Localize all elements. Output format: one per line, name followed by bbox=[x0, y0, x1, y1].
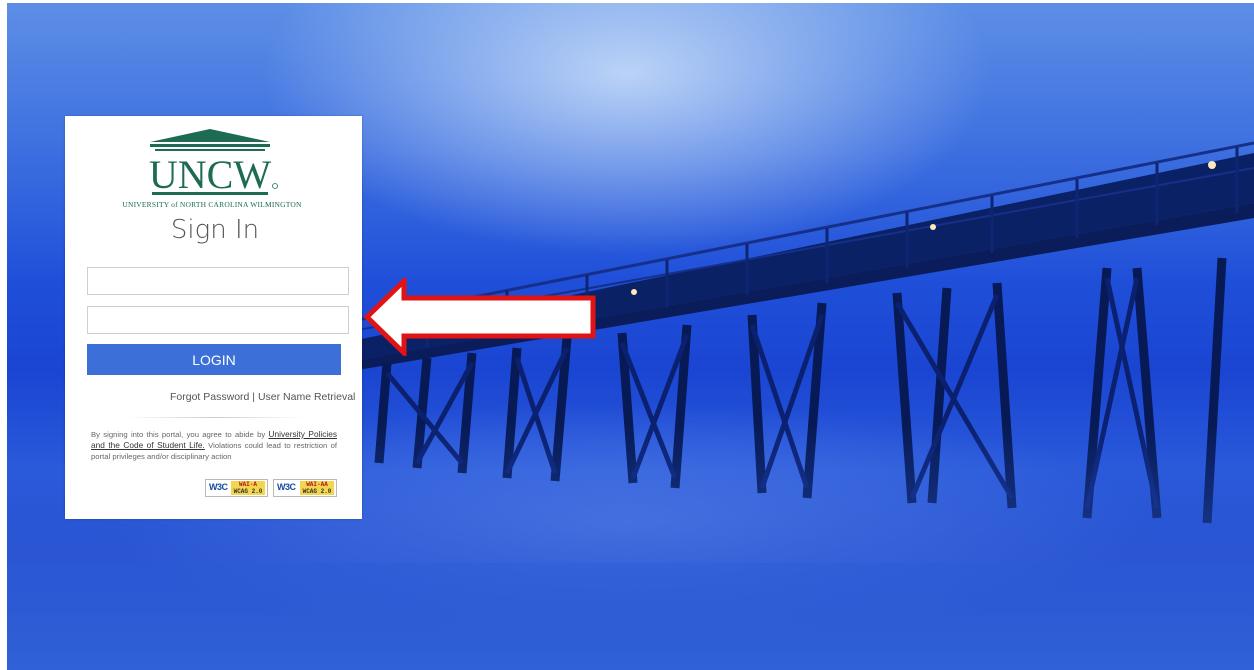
logo-wordmark: UNCW bbox=[149, 152, 271, 197]
w3c-logo: W3C bbox=[209, 482, 228, 492]
password-input[interactable] bbox=[87, 306, 349, 334]
wcag-version: WCAG 2.0 bbox=[233, 488, 263, 495]
uncw-logo-icon: UNCW bbox=[149, 129, 278, 197]
username-retrieval-link[interactable]: User Name Retrieval bbox=[258, 391, 355, 403]
wcag-a-badge[interactable]: W3C WAI-A WCAG 2.0 bbox=[205, 479, 268, 497]
login-button[interactable]: LOGIN bbox=[87, 344, 341, 375]
forgot-password-link[interactable]: Forgot Password bbox=[170, 391, 249, 403]
wcag-aa-badge[interactable]: W3C WAI-AA WCAG 2.0 bbox=[273, 479, 337, 497]
w3c-logo: W3C bbox=[277, 482, 296, 492]
policy-prefix: By signing into this portal, you agree t… bbox=[91, 430, 269, 439]
wcag-version: WCAG 2.0 bbox=[302, 488, 332, 495]
wai-label: WAI-A WCAG 2.0 bbox=[231, 481, 265, 495]
left-arrow-icon bbox=[364, 278, 596, 356]
links-separator: | bbox=[249, 391, 258, 403]
username-input[interactable] bbox=[87, 267, 349, 295]
wai-label: WAI-AA WCAG 2.0 bbox=[300, 481, 334, 495]
wai-level: WAI-AA bbox=[306, 481, 328, 488]
divider bbox=[125, 417, 305, 418]
signin-title: Sign In bbox=[170, 215, 260, 245]
university-name: UNIVERSITY of NORTH CAROLINA WILMINGTON bbox=[122, 200, 302, 209]
policy-notice: By signing into this portal, you agree t… bbox=[91, 429, 337, 462]
account-links: Forgot Password | User Name Retrieval bbox=[170, 391, 355, 403]
wai-level: WAI-A bbox=[238, 481, 257, 488]
